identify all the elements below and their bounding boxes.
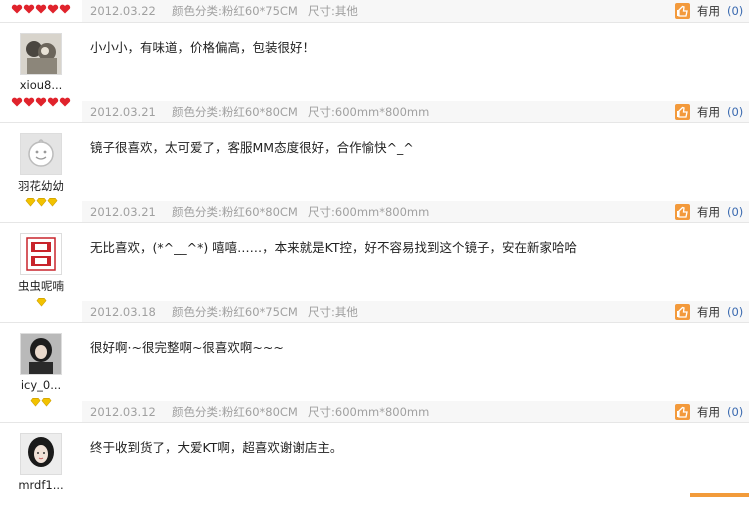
avatar[interactable] bbox=[20, 233, 62, 275]
review-date: 2012.03.21 bbox=[90, 205, 156, 219]
review-date: 2012.03.12 bbox=[90, 405, 156, 419]
review-content: 小小小，有味道，价格偏高，包装很好！ bbox=[90, 40, 316, 55]
diamond-icon bbox=[25, 198, 35, 207]
diamond-icon bbox=[36, 198, 46, 207]
buyer-info: 羽花幼幼 bbox=[0, 123, 82, 222]
heart-icon bbox=[35, 4, 47, 14]
thumbs-up-icon[interactable] bbox=[675, 204, 690, 220]
heart-icon bbox=[59, 97, 71, 107]
avatar[interactable] bbox=[20, 133, 62, 175]
thumbs-up-icon[interactable] bbox=[675, 404, 690, 420]
sku-size: 尺寸:600mm*800mm bbox=[308, 405, 430, 419]
buyer-info: icy_0... bbox=[0, 323, 82, 422]
sku-size: 尺寸:600mm*800mm bbox=[308, 105, 430, 119]
review-content: 终于收到货了，大爱KT啊，超喜欢谢谢店主。 bbox=[90, 440, 343, 455]
useful-button[interactable]: 有用 bbox=[697, 101, 720, 123]
buyer-info: 虫虫呢喃 bbox=[0, 223, 82, 322]
review-item: icy_0... 很好啊·~很完整啊~很喜欢啊~~~ 2012.03.12 颜色… bbox=[0, 322, 749, 423]
useful-count: (0) bbox=[727, 205, 744, 219]
heart-icon bbox=[23, 4, 35, 14]
thumbs-up-icon[interactable] bbox=[675, 3, 690, 19]
sku-color: 颜色分类:粉红60*80CM bbox=[172, 105, 298, 119]
buyer-info: mrdf1... bbox=[0, 423, 82, 522]
useful-count: (0) bbox=[727, 105, 744, 119]
diamond-icon bbox=[36, 298, 46, 307]
diamond-icon bbox=[30, 398, 41, 407]
useful-button[interactable]: 有用 bbox=[697, 201, 720, 223]
sku-size: 尺寸:其他 bbox=[308, 4, 358, 18]
review-meta: 2012.03.22 颜色分类:粉红60*75CM 尺寸:其他 有用 (0) bbox=[82, 0, 749, 22]
diamond-icon bbox=[47, 198, 57, 207]
avatar[interactable] bbox=[20, 333, 62, 375]
review-item: 2012.03.22 颜色分类:粉红60*75CM 尺寸:其他 有用 (0) bbox=[0, 0, 749, 22]
heart-icon bbox=[11, 97, 23, 107]
avatar[interactable] bbox=[20, 433, 62, 475]
review-meta: 2012.03.21 颜色分类:粉红60*80CM 尺寸:600mm*800mm… bbox=[82, 101, 749, 123]
sku-color: 颜色分类:粉红60*80CM bbox=[172, 405, 298, 419]
thumbs-up-icon[interactable] bbox=[675, 104, 690, 120]
sku-size: 尺寸:600mm*800mm bbox=[308, 205, 430, 219]
review-item: xiou8... 小小小，有味道，价格偏高，包装很好！ 2012.03.21 颜… bbox=[0, 22, 749, 123]
sku-size: 尺寸:其他 bbox=[308, 305, 358, 319]
review-content: 无比喜欢，(*^__^*) 嘻嘻……，本来就是KT控，好不容易找到这个镜子，安在… bbox=[90, 240, 578, 255]
heart-icon bbox=[47, 4, 59, 14]
review-meta: 2012.03.18 颜色分类:粉红60*75CM 尺寸:其他 有用 (0) bbox=[82, 301, 749, 323]
buyer-name[interactable]: icy_0... bbox=[0, 378, 82, 392]
review-date: 2012.03.18 bbox=[90, 305, 156, 319]
useful-button[interactable]: 有用 bbox=[697, 401, 720, 423]
review-item: 羽花幼幼 镜子很喜欢，太可爱了，客服MM态度很好，合作愉快^_^ 2012.03… bbox=[0, 122, 749, 223]
thumbs-up-icon[interactable] bbox=[675, 304, 690, 320]
heart-icon bbox=[47, 97, 59, 107]
buyer-name[interactable]: mrdf1... bbox=[0, 478, 82, 492]
review-list: 2012.03.22 颜色分类:粉红60*75CM 尺寸:其他 有用 (0) x bbox=[0, 0, 749, 497]
useful-button[interactable]: 有用 bbox=[697, 301, 720, 323]
useful-button[interactable]: 有用 bbox=[697, 0, 720, 22]
buyer-rank bbox=[0, 4, 82, 15]
buyer-info: xiou8... bbox=[0, 23, 82, 122]
buyer-rank bbox=[0, 97, 82, 108]
buyer-rank bbox=[0, 297, 82, 308]
review-content: 很好啊·~很完整啊~很喜欢啊~~~ bbox=[90, 340, 284, 355]
buyer-name[interactable]: 虫虫呢喃 bbox=[0, 278, 82, 294]
sku-color: 颜色分类:粉红60*75CM bbox=[172, 4, 298, 18]
heart-icon bbox=[23, 97, 35, 107]
buyer-rank bbox=[0, 397, 82, 408]
heart-icon bbox=[35, 97, 47, 107]
useful-count: (0) bbox=[727, 4, 744, 18]
avatar[interactable] bbox=[20, 33, 62, 75]
sku-color: 颜色分类:粉红60*80CM bbox=[172, 205, 298, 219]
review-item: mrdf1... 终于收到货了，大爱KT啊，超喜欢谢谢店主。 bbox=[0, 422, 749, 522]
review-content: 镜子很喜欢，太可爱了，客服MM态度很好，合作愉快^_^ bbox=[90, 140, 414, 155]
buyer-name[interactable]: 羽花幼幼 bbox=[0, 178, 82, 194]
buyer-name[interactable]: xiou8... bbox=[0, 78, 82, 92]
review-meta: 2012.03.12 颜色分类:粉红60*80CM 尺寸:600mm*800mm… bbox=[82, 401, 749, 423]
diamond-icon bbox=[41, 398, 52, 407]
scroll-indicator bbox=[690, 493, 749, 497]
sku-color: 颜色分类:粉红60*75CM bbox=[172, 305, 298, 319]
useful-count: (0) bbox=[727, 405, 744, 419]
review-date: 2012.03.22 bbox=[90, 4, 156, 18]
review-date: 2012.03.21 bbox=[90, 105, 156, 119]
useful-count: (0) bbox=[727, 305, 744, 319]
heart-icon bbox=[59, 4, 71, 14]
buyer-rank bbox=[0, 197, 82, 208]
review-item: 虫虫呢喃 无比喜欢，(*^__^*) 嘻嘻……，本来就是KT控，好不容易找到这个… bbox=[0, 222, 749, 323]
review-meta: 2012.03.21 颜色分类:粉红60*80CM 尺寸:600mm*800mm… bbox=[82, 201, 749, 223]
heart-icon bbox=[11, 4, 23, 14]
